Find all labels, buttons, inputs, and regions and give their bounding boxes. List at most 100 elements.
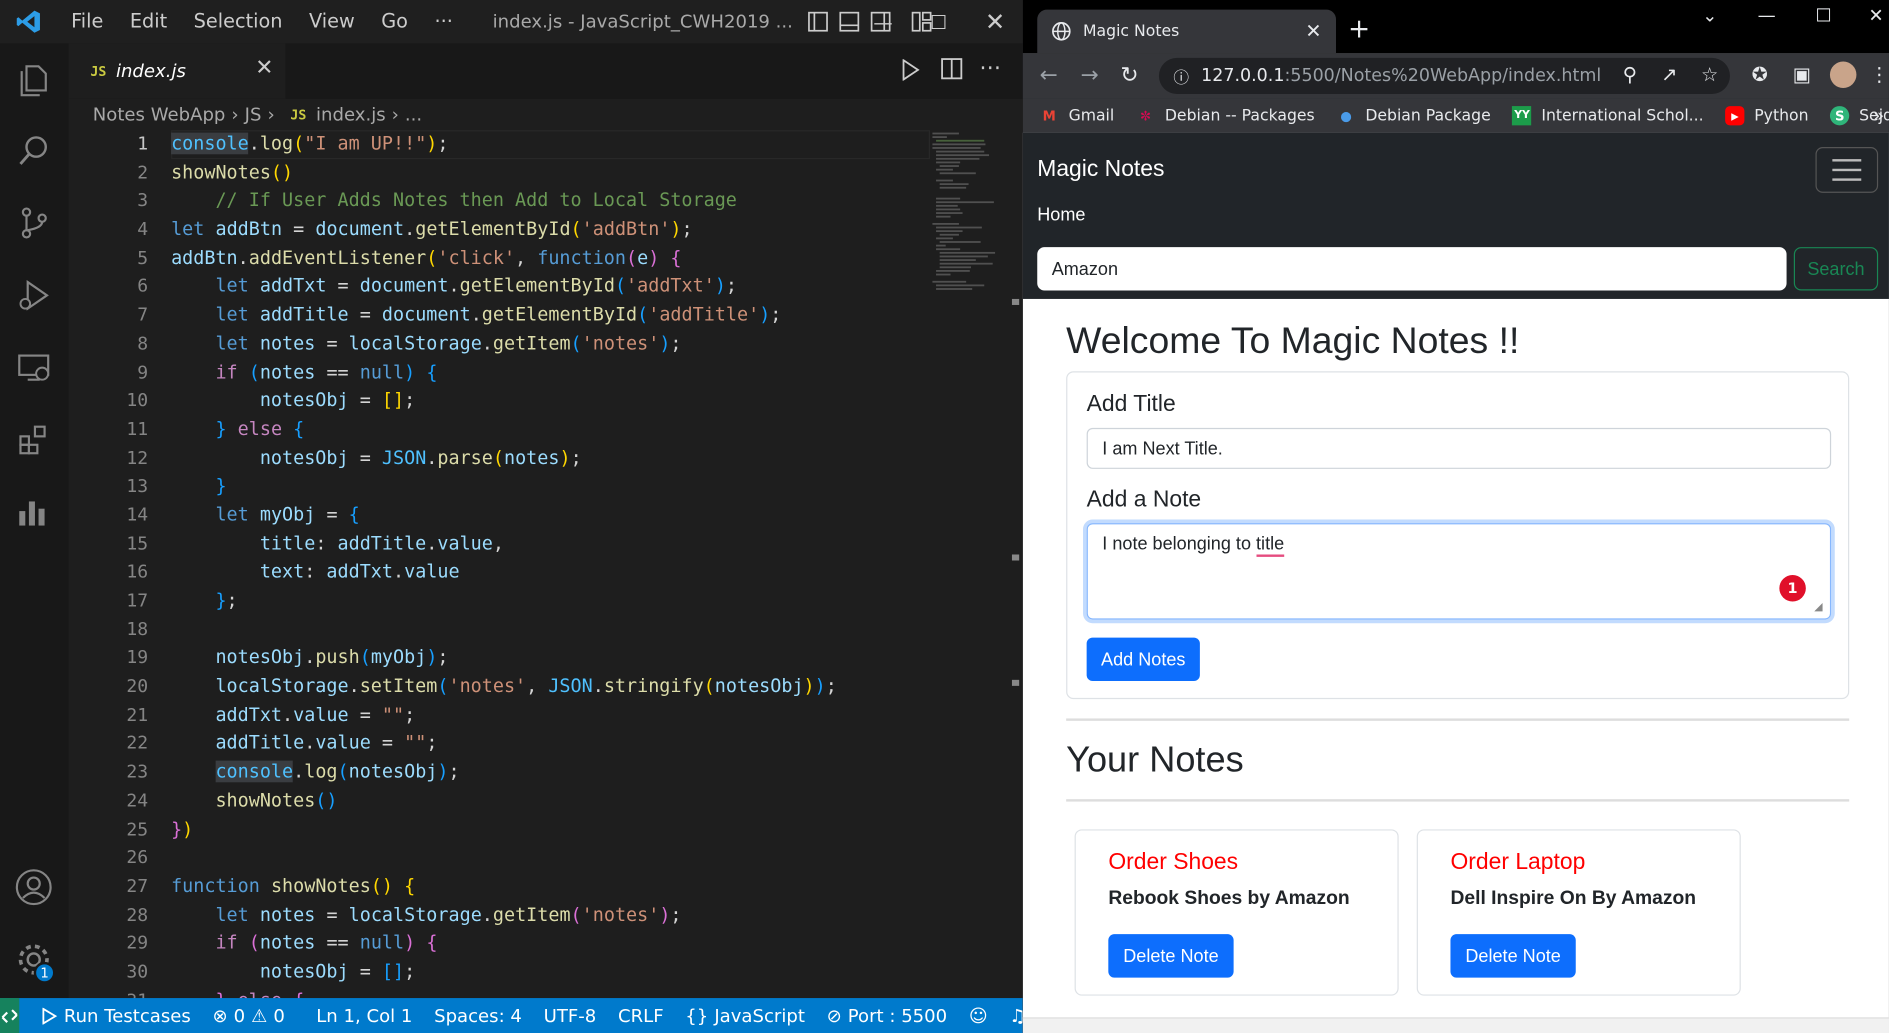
tab-close-icon[interactable]: ✕ <box>255 55 273 80</box>
line-number: 19 <box>126 646 149 669</box>
notifications-bell-icon[interactable]: ♫ <box>1009 1005 1022 1027</box>
editor-scrollbar[interactable] <box>1007 130 1023 999</box>
side-panel-icon[interactable]: ▣ <box>1793 63 1811 86</box>
title-input[interactable] <box>1086 427 1832 469</box>
code-line: showNotes() <box>215 789 338 812</box>
site-info-icon[interactable]: ⓘ <box>1173 64 1189 87</box>
account-icon[interactable] <box>10 863 58 911</box>
minimap[interactable] <box>930 130 1002 299</box>
forward-arrow-icon[interactable]: → <box>1081 63 1099 88</box>
search-icon[interactable] <box>10 127 58 175</box>
browser-tab-close-icon[interactable]: ✕ <box>1305 19 1321 42</box>
more-bookmarks-icon[interactable]: » <box>1873 105 1884 127</box>
code-line: text: addTxt.value <box>259 560 460 583</box>
your-notes-heading: Your Notes <box>1066 740 1244 780</box>
nav-home-link[interactable]: Home <box>1037 205 1085 225</box>
menu-selection[interactable]: Selection <box>180 0 295 43</box>
chrome-menu-icon[interactable]: ⋮ <box>1870 63 1889 86</box>
tab-search-chevron-icon[interactable]: ⌄ <box>1702 5 1717 27</box>
live-server-port[interactable]: ⊘ Port : 5500 <box>827 1005 948 1027</box>
breadcrumb-file[interactable]: index.js <box>316 104 386 126</box>
bookmark-debian-package[interactable]: ● Debian Package <box>1336 106 1490 125</box>
menu-more[interactable]: ··· <box>421 0 466 43</box>
back-arrow-icon[interactable]: ← <box>1040 63 1058 88</box>
add-notes-button[interactable]: Add Notes <box>1086 637 1200 682</box>
vscode-logo-icon <box>0 0 58 43</box>
source-control-icon[interactable] <box>10 199 58 247</box>
line-number: 17 <box>126 589 149 612</box>
new-tab-plus-icon[interactable]: + <box>1348 14 1370 44</box>
menu-view[interactable]: View <box>296 0 368 43</box>
bookmark-star-icon[interactable]: ☆ <box>1701 63 1718 86</box>
line-ending[interactable]: CRLF <box>618 1005 664 1027</box>
minimize-icon[interactable]: — <box>855 0 910 43</box>
remote-indicator-icon[interactable] <box>0 998 20 1033</box>
chrome-maximize-icon[interactable]: ☐ <box>1815 5 1831 27</box>
line-number: 15 <box>126 532 149 555</box>
tab-index-js[interactable]: JS index.js ✕ <box>68 43 286 99</box>
run-testcases-button[interactable]: Run Testcases <box>41 1004 191 1027</box>
note-textarea[interactable]: I note belonging to title <box>1086 523 1832 620</box>
explorer-icon[interactable] <box>10 55 58 103</box>
code-line: let notes = localStorage.getItem('notes'… <box>215 332 682 355</box>
divider <box>1066 718 1850 721</box>
reload-icon[interactable]: ↻ <box>1120 63 1138 88</box>
breadcrumb-js-folder[interactable]: JS <box>245 104 262 126</box>
cursor-position[interactable]: Ln 1, Col 1 <box>316 1005 412 1027</box>
resize-grip-icon[interactable]: ◢ <box>1814 601 1826 613</box>
page-horizontal-scrollbar[interactable] <box>1022 1017 1889 1033</box>
problems-indicator[interactable]: ⊗ 0 ⚠ 0 <box>212 1005 284 1027</box>
search-button[interactable]: Search <box>1793 247 1879 291</box>
breadcrumb-symbol[interactable]: ... <box>405 104 422 126</box>
breadcrumb-chevron-icon: › <box>267 103 275 126</box>
run-testcases-label: Run Testcases <box>63 1004 191 1027</box>
delete-note-button[interactable]: Delete Note <box>1108 934 1234 978</box>
chrome-close-icon[interactable]: ✕ <box>1868 5 1883 27</box>
add-note-label: Add a Note <box>1086 486 1202 513</box>
braces-icon: {} <box>685 1004 709 1027</box>
line-number: 7 <box>137 303 149 326</box>
encoding[interactable]: UTF-8 <box>544 1005 597 1027</box>
bookmark-international-scholarship[interactable]: YY International Schol... <box>1512 106 1704 126</box>
menu-edit[interactable]: Edit <box>117 0 181 43</box>
address-bar[interactable]: ⓘ 127.0.0.1:5500/Notes%20WebApp/index.ht… <box>1158 57 1730 95</box>
run-code-icon[interactable] <box>901 59 920 81</box>
bookmark-python[interactable]: ▶ Python <box>1725 106 1809 126</box>
navbar-brand[interactable]: Magic Notes <box>1037 157 1164 184</box>
remote-explorer-icon[interactable] <box>10 344 58 392</box>
share-icon[interactable]: ↗ <box>1661 63 1677 86</box>
extensions-puzzle-icon[interactable]: ✪ <box>1752 63 1768 86</box>
code-editor[interactable]: console.log("I am UP!!"); showNotes() //… <box>171 130 942 1015</box>
language-mode[interactable]: {} JavaScript <box>685 1005 805 1027</box>
menu-go[interactable]: Go <box>368 0 421 43</box>
delete-note-button[interactable]: Delete Note <box>1450 934 1576 978</box>
line-number: 22 <box>126 732 149 754</box>
feedback-icon[interactable]: ☺ <box>969 1005 988 1027</box>
grammarly-badge[interactable]: 1 <box>1779 574 1806 602</box>
line-number: 26 <box>126 846 149 869</box>
stats-icon[interactable] <box>10 488 58 536</box>
split-editor-icon[interactable] <box>941 58 963 80</box>
breadcrumb: Notes WebApp › JS › JS index.js › ... <box>69 99 1023 130</box>
extensions-icon[interactable] <box>10 416 58 464</box>
profile-avatar[interactable] <box>1829 61 1857 88</box>
bookmark-gmail[interactable]: M Gmail <box>1040 106 1115 125</box>
code-line: localStorage.setItem('notes', JSON.strin… <box>215 675 837 697</box>
maximize-icon[interactable]: ☐ <box>911 0 966 43</box>
search-input[interactable] <box>1037 247 1787 291</box>
chrome-minimize-icon[interactable]: — <box>1758 5 1776 27</box>
run-debug-icon[interactable] <box>10 271 58 319</box>
breadcrumb-folder[interactable]: Notes WebApp <box>93 104 226 126</box>
line-numbers: 1 2 3 4 5 6 7 8 9 10 11 12 13 14 15 16 17 18 19 20 21 22 23 24 2… <box>69 130 153 1015</box>
toggle-sidebar-icon[interactable] <box>807 11 829 33</box>
menu-file[interactable]: File <box>58 0 117 43</box>
indentation[interactable]: Spaces: 4 <box>434 1005 522 1027</box>
navbar-toggler-hamburger-icon[interactable] <box>1815 147 1879 193</box>
bookmark-debian-packages[interactable]: ✼ Debian -- Packages <box>1136 106 1315 125</box>
close-icon[interactable]: ✕ <box>967 0 1022 43</box>
manage-gear-icon[interactable]: 1 <box>10 935 58 984</box>
browser-tab-magic-notes[interactable]: Magic Notes ✕ <box>1037 9 1337 54</box>
more-actions-icon[interactable]: ⋯ <box>979 55 1001 80</box>
zoom-icon[interactable]: ⚲ <box>1623 63 1637 86</box>
line-number: 30 <box>126 960 149 983</box>
